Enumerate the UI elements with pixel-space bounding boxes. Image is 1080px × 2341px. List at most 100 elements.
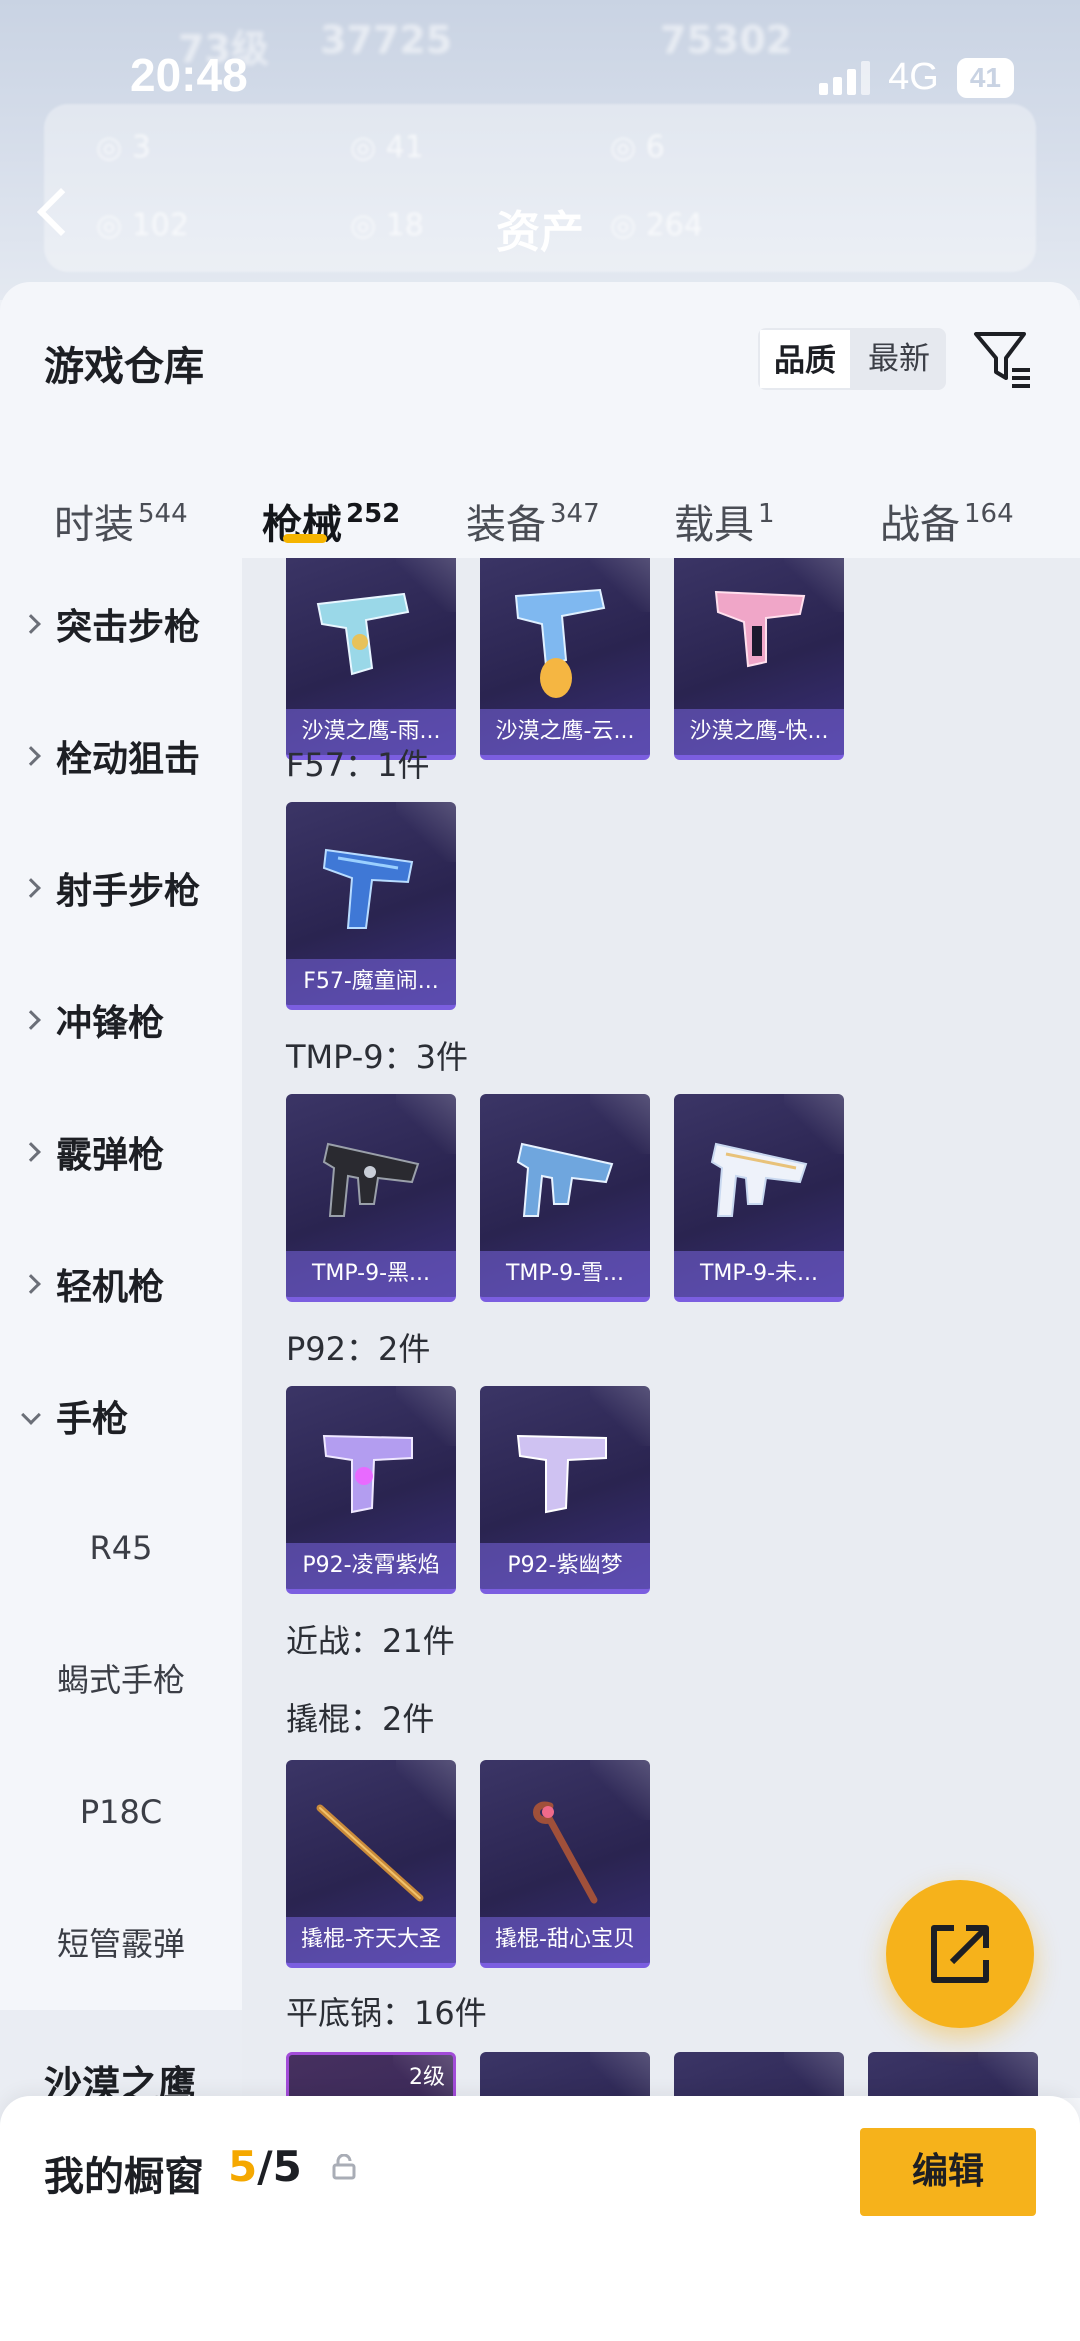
blurred-stat: ◎ 3 (96, 130, 151, 165)
sidebar-item-label: 栓动狙击 (56, 739, 201, 780)
blurred-coins-secondary: 75302 (660, 18, 793, 62)
signal-icon (819, 60, 871, 95)
pistol-skin-icon (516, 1434, 607, 1514)
sort-option-quality[interactable]: 品质 (758, 328, 852, 390)
blurred-stat: ◎ 6 (610, 130, 665, 165)
lock-icon (332, 2154, 356, 2180)
tab-label: 时装 (54, 502, 134, 548)
weapon-card[interactable]: P92-紫幽梦 (480, 1386, 650, 1594)
tab-supplies[interactable]: 战备 164 (880, 492, 1014, 550)
battery-icon: 41 (956, 57, 1014, 98)
weapon-card-name: TMP-9-雪... (480, 1251, 650, 1297)
tab-count: 1 (758, 499, 775, 529)
sidebar-item-shotgun[interactable]: 霰弹枪 (0, 1086, 242, 1218)
chevron-right-icon (21, 1010, 41, 1030)
pistol-skin-icon (322, 1434, 413, 1514)
share-button[interactable] (886, 1880, 1034, 2028)
blurred-stat: ◎ 102 (96, 208, 189, 243)
status-indicators: 4G 41 (819, 56, 1014, 99)
weapon-card[interactable]: TMP-9-黑... (286, 1094, 456, 1302)
weapon-card[interactable]: 撬棍-齐天大圣 (286, 1760, 456, 1968)
weapon-card[interactable]: 沙漠之鹰-云... (480, 558, 650, 760)
blurred-coins: 37725 (320, 18, 453, 62)
weapon-card[interactable]: 沙漠之鹰-快... (674, 558, 844, 760)
weapon-card[interactable]: P92-凌霄紫焰 (286, 1386, 456, 1594)
chevron-down-icon (21, 1405, 41, 1425)
sidebar-item-smg[interactable]: 冲锋枪 (0, 954, 242, 1086)
tab-vehicles[interactable]: 载具 1 (674, 492, 775, 550)
tab-label: 装备 (466, 502, 546, 548)
group-label-tmp9: TMP-9：3件 (286, 1038, 469, 1076)
sidebar-item-label: 射手步枪 (56, 871, 201, 912)
weapon-card-name: 撬棍-齐天大圣 (286, 1917, 456, 1963)
showcase-bar: 我的橱窗 5/5 编辑 (0, 2096, 1080, 2341)
chevron-right-icon (21, 746, 41, 766)
weapon-category-sidebar: 突击步枪 栓动狙击 射手步枪 冲锋枪 霰弹枪 轻机枪 手枪 R45 蝎式手枪 P… (0, 558, 242, 2008)
weapon-card[interactable]: 2级 (286, 2052, 456, 2098)
pistol-skin-icon (316, 592, 410, 676)
chevron-right-icon (21, 1274, 41, 1294)
weapon-card[interactable]: F57-魔童闹... (286, 802, 456, 1010)
sidebar-item-label: 霰弹枪 (56, 1135, 165, 1176)
smg-skin-icon (516, 1142, 614, 1217)
weapon-card[interactable]: 撬棍-甜心宝贝 (480, 1760, 650, 1968)
weapon-card[interactable] (868, 2052, 1038, 2098)
smg-skin-icon (710, 1142, 808, 1217)
sidebar-item-marksman-rifle[interactable]: 射手步枪 (0, 822, 242, 954)
network-type: 4G (888, 56, 939, 98)
showcase-total: /5 (257, 2142, 302, 2191)
sidebar-subitem-short-shotgun[interactable]: 短管霰弹 (0, 1878, 242, 2010)
page-title: 资产 (496, 207, 584, 258)
weapon-card[interactable]: TMP-9-未... (674, 1094, 844, 1302)
group-label-frying-pan: 平底锅：16件 (286, 1994, 487, 2032)
sidebar-item-label: 手枪 (56, 1399, 129, 1440)
weapon-card-name: P92-紫幽梦 (480, 1543, 650, 1589)
crowbar-skin-icon (316, 1804, 424, 1902)
weapon-card-name: 撬棍-甜心宝贝 (480, 1917, 650, 1963)
crowbar-skin-icon (533, 1801, 598, 1904)
weapon-card-name: F57-魔童闹... (286, 959, 456, 1005)
tab-label: 战备 (880, 502, 960, 548)
tab-firearms[interactable]: 枪械 252 (262, 492, 400, 550)
sidebar-subitem-p18c[interactable]: P18C (0, 1746, 242, 1878)
sort-toggle: 品质 最新 (758, 328, 946, 390)
pistol-skin-icon (514, 588, 606, 698)
tab-equipment[interactable]: 装备 347 (466, 492, 600, 550)
weapon-card-name: 沙漠之鹰-快... (674, 709, 844, 755)
weapon-card[interactable] (480, 2052, 650, 2098)
status-time: 20:48 (130, 49, 248, 101)
weapon-card[interactable]: 沙漠之鹰-雨... (286, 558, 456, 760)
level-badge: 2级 (409, 2065, 445, 2090)
sort-option-latest[interactable]: 最新 (852, 328, 946, 390)
tab-label: 载具 (674, 502, 754, 548)
weapon-card-name: 沙漠之鹰-云... (480, 709, 650, 755)
sidebar-item-label: 突击步枪 (56, 607, 201, 648)
weapon-card[interactable]: TMP-9-雪... (480, 1094, 650, 1302)
group-label-f57: F57：1件 (286, 746, 430, 784)
sidebar-item-assault-rifle[interactable]: 突击步枪 (0, 558, 242, 690)
group-label-crowbar: 撬棍：2件 (286, 1700, 435, 1738)
pistol-skin-icon (322, 848, 414, 929)
active-tab-indicator (283, 534, 327, 543)
group-label-p92: P92：2件 (286, 1330, 431, 1368)
sidebar-item-pistol[interactable]: 手枪 (0, 1350, 242, 1482)
chevron-right-icon (21, 614, 41, 634)
group-label-melee: 近战：21件 (286, 1622, 455, 1660)
showcase-current: 5 (228, 2142, 258, 2191)
weapon-card[interactable] (674, 2052, 844, 2098)
share-icon (931, 1925, 989, 1983)
sidebar-item-lmg[interactable]: 轻机枪 (0, 1218, 242, 1350)
tab-fashion[interactable]: 时装 544 (54, 492, 188, 550)
sidebar-item-label: 轻机枪 (56, 1267, 165, 1308)
sidebar-item-bolt-sniper[interactable]: 栓动狙击 (0, 690, 242, 822)
sidebar-subitem-r45[interactable]: R45 (0, 1482, 242, 1614)
blurred-stat: ◎ 18 (350, 208, 424, 243)
sidebar-subitem-scorpion[interactable]: 蝎式手枪 (0, 1614, 242, 1746)
edit-button[interactable]: 编辑 (860, 2128, 1036, 2216)
filter-icon[interactable] (972, 328, 1034, 390)
blurred-stat: ◎ 264 (610, 208, 703, 243)
weapon-card-name: TMP-9-黑... (286, 1251, 456, 1297)
tab-count: 164 (964, 499, 1014, 529)
panel-title: 游戏仓库 (44, 344, 204, 390)
chevron-right-icon (21, 878, 41, 898)
